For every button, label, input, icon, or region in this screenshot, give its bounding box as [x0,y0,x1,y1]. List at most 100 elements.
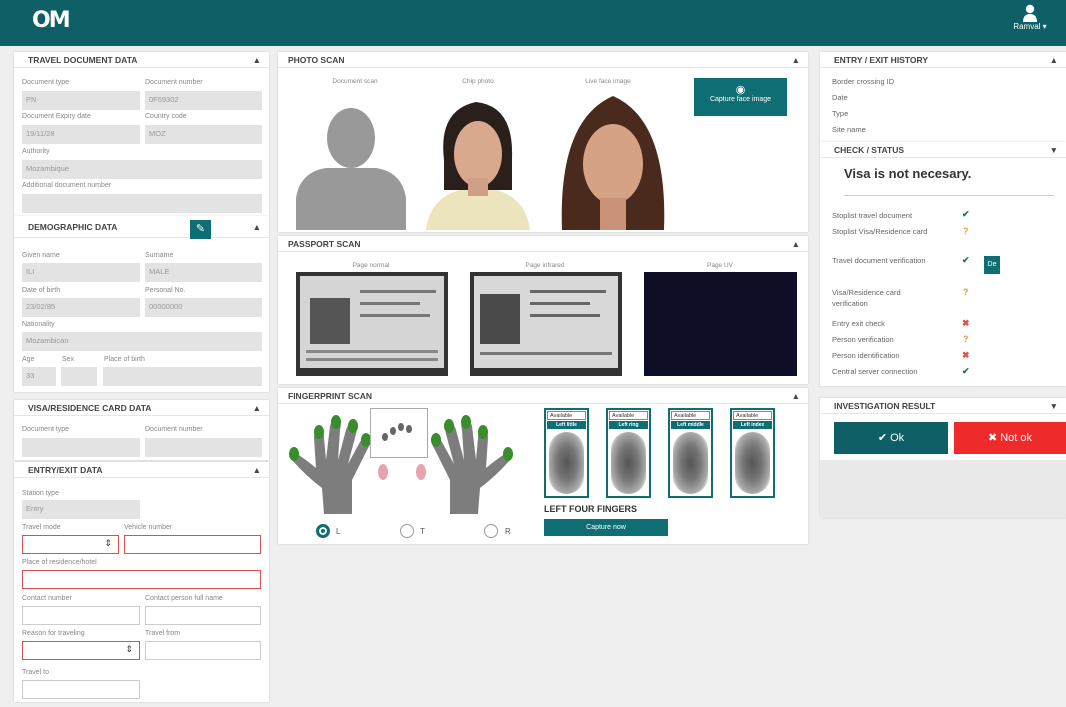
place-of-residence-label: Place of residence/hotel [22,559,97,566]
right-hand-diagram[interactable] [414,410,516,514]
entry-exit-title: ENTRY/EXIT DATA [28,464,103,475]
photo-scan-panel: PHOTO SCAN ▲ Document scan Chip photo Liv… [278,52,808,232]
surname-field[interactable]: MALE [145,263,262,282]
finger-status-select[interactable]: Available [733,411,772,420]
dob-field[interactable]: 23/02/85 [22,298,140,317]
visa-document-number-label: Document number [145,426,203,433]
finger-card-left-middle[interactable]: Available Left middle [668,408,713,498]
collapse-icon[interactable]: ▼ [1050,401,1058,411]
dob-label: Date of birth [22,287,61,294]
visa-document-type-label: Document type [22,426,70,433]
additional-number-field[interactable] [22,194,262,213]
finger-label: Left index [733,421,772,429]
travel-from-input[interactable] [145,641,261,660]
finger-card-left-index[interactable]: Available Left index [730,408,775,498]
place-of-birth-field[interactable] [103,367,262,386]
collapse-icon[interactable]: ▲ [1050,55,1058,65]
ok-button[interactable]: ✔ Ok [834,422,948,454]
station-type-field[interactable]: Entry [22,500,140,519]
expiry-field[interactable]: 19/11/28 [22,125,140,144]
authority-label: Authority [22,148,50,155]
radio-right[interactable] [484,524,498,538]
right-thumb-indicator [416,464,426,480]
check-ok-icon: ✔ [962,366,970,376]
check-row-label: Visa/Residence card verification [832,288,901,308]
finger-label: Left middle [671,421,710,429]
visa-document-type-field[interactable] [22,438,140,457]
finger-status-select[interactable]: Available [547,411,586,420]
entry-exit-panel: ENTRY/EXIT DATA ▲ Station type Entry Trav… [14,462,269,702]
history-item: Date [832,93,848,102]
collapse-icon[interactable]: ▲ [792,55,800,65]
collapse-icon[interactable]: ▲ [253,403,261,413]
edit-button[interactable]: ✎ [190,220,211,239]
personal-number-field[interactable]: 00000000 [145,298,262,317]
document-scan-label: Document scan [332,78,378,85]
live-face-photo [558,90,668,230]
travel-from-label: Travel from [145,630,181,637]
given-name-label: Given name [22,252,60,259]
nationality-field[interactable]: Mozambican [22,332,262,351]
finger-status-select[interactable]: Available [609,411,648,420]
fingerprint-image [735,432,770,494]
details-button[interactable]: De [984,256,1000,274]
radio-thumbs[interactable] [400,524,414,538]
surname-label: Surname [145,252,174,259]
finger-card-left-little[interactable]: Available Left little [544,408,589,498]
finger-label: Left little [547,421,586,429]
collapse-icon[interactable]: ▲ [792,239,800,249]
reason-label: Reason for traveling [22,630,85,637]
place-of-residence-input[interactable] [22,570,261,589]
check-row-label: Travel document verification [832,256,926,265]
vehicle-number-input[interactable] [124,535,261,554]
photo-scan-title: PHOTO SCAN [288,54,345,65]
finger-card-left-ring[interactable]: Available Left ring [606,408,651,498]
age-field[interactable]: 33 [22,367,56,386]
history-item: Site name [832,125,866,134]
contact-number-input[interactable] [22,606,140,625]
place-of-birth-label: Place of birth [104,356,145,363]
finger-status-select[interactable]: Available [671,411,710,420]
history-item: Border crossing ID [832,77,895,86]
collapse-icon[interactable]: ▲ [253,222,261,232]
demographic-panel: DEMOGRAPHIC DATA ▲ ✎ Given name ILI Surna… [14,216,269,392]
document-type-field[interactable]: PN [22,91,140,110]
check-row-label: Person verification [832,335,894,344]
contact-person-input[interactable] [145,606,261,625]
sex-field[interactable] [61,367,97,386]
document-type-label: Document type [22,79,70,86]
travel-mode-select[interactable]: ⇕ [22,535,119,554]
collapse-icon[interactable]: ▼ [1050,145,1058,155]
given-name-field[interactable]: ILI [22,263,140,282]
check-warning-icon: ? [963,287,969,297]
travel-document-panel: TRAVEL DOCUMENT DATA ▲ Document type PN D… [14,52,269,216]
capture-now-button[interactable]: Capture now [544,519,668,536]
capture-face-button[interactable]: ◉ Capture face image [694,78,787,116]
page-infrared-label: Page infrared [525,262,565,269]
document-number-label: Document number [145,79,203,86]
top-bar: OM Ramval ▾ [0,0,1066,46]
reason-select[interactable]: ⇕ [22,641,140,660]
demographic-title: DEMOGRAPHIC DATA [28,221,118,232]
collapse-icon[interactable]: ▲ [792,391,800,401]
user-menu[interactable]: Ramval ▾ [1010,4,1050,31]
visa-panel: VISA/RESIDENCE CARD DATA ▲ Document type … [14,400,269,460]
collapse-icon[interactable]: ▲ [253,55,261,65]
authority-field[interactable]: Mozambique [22,160,262,179]
fingerprint-image [549,432,584,494]
collapse-icon[interactable]: ▲ [253,465,261,475]
radio-right-label: R [505,527,511,536]
country-code-label: Country code [145,113,187,120]
passport-uv-image [644,272,797,376]
visa-document-number-field[interactable] [145,438,262,457]
radio-thumbs-label: T [420,527,425,536]
investigation-title: INVESTIGATION RESULT [834,400,936,411]
document-number-field[interactable]: 0F59302 [145,91,262,110]
travel-to-input[interactable] [22,680,140,699]
country-code-field[interactable]: MOZ [145,125,262,144]
check-ok-icon: ✔ [962,209,970,219]
radio-left[interactable] [316,524,330,538]
not-ok-button[interactable]: ✖ Not ok [954,422,1066,454]
check-row-label: Central server connection [832,367,918,376]
passport-scan-title: PASSPORT SCAN [288,238,361,249]
